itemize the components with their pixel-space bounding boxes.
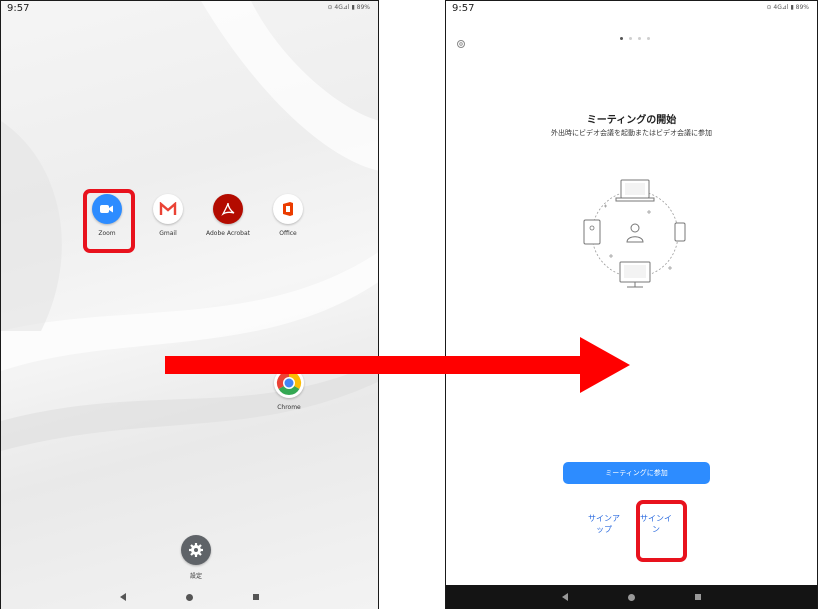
settings-gear-icon[interactable] [456, 34, 466, 53]
app-chrome[interactable]: Chrome [259, 368, 319, 411]
status-time: 9:57 [7, 3, 30, 14]
wallpaper [1, 1, 378, 451]
app-adobe-acrobat[interactable]: Adobe Acrobat [198, 194, 258, 237]
sign-up-link[interactable]: サインアップ [586, 513, 622, 535]
page-dot [620, 37, 623, 40]
home-screen: 9:57 ⊙ 4G⊿l ▮ 89% Zoom Gmail Adobe Acrob… [0, 0, 379, 609]
zoom-start-screen: 9:57 ⊙ 4G⊿l ▮ 89% ミーティングの開始 外出時にビデオ会議を起動… [445, 0, 818, 609]
app-label-gmail: Gmail [159, 230, 177, 237]
chrome-icon [274, 368, 304, 398]
app-gmail[interactable]: Gmail [138, 194, 198, 237]
sign-in-highlight-box [636, 500, 687, 562]
app-label-office: Office [279, 230, 297, 237]
home-icon[interactable] [186, 593, 193, 601]
navigation-bar [446, 585, 817, 609]
page-dot [647, 37, 650, 40]
app-label-settings: 設定 [189, 573, 202, 580]
zoom-highlight-box [83, 189, 135, 253]
home-icon[interactable] [628, 593, 635, 601]
app-office[interactable]: Office [258, 194, 318, 237]
page-subtitle: 外出時にビデオ会議を起動またはビデオ会議に参加 [551, 129, 712, 137]
status-indicators: ⊙ 4G⊿l ▮ 89% [766, 4, 809, 11]
app-label-chrome: Chrome [277, 404, 301, 411]
navigation-bar [1, 585, 378, 609]
join-meeting-button[interactable]: ミーティングに参加 [563, 462, 710, 484]
app-label-adobe-acrobat: Adobe Acrobat [205, 230, 251, 237]
gmail-icon [153, 194, 183, 224]
back-icon[interactable] [120, 593, 126, 601]
page-dot [629, 37, 632, 40]
acrobat-icon [213, 194, 243, 224]
recent-apps-icon[interactable] [695, 594, 701, 600]
recent-apps-icon[interactable] [253, 594, 259, 600]
status-time: 9:57 [452, 3, 475, 14]
page-title: ミーティングの開始 [586, 115, 677, 126]
page-indicator [620, 37, 650, 40]
status-indicators: ⊙ 4G⊿l ▮ 89% [327, 4, 370, 11]
gear-icon [181, 535, 211, 565]
back-icon[interactable] [562, 593, 568, 601]
meeting-illustration [583, 179, 686, 288]
office-icon [273, 194, 303, 224]
page-dot [638, 37, 641, 40]
app-settings[interactable]: 設定 [166, 535, 226, 580]
